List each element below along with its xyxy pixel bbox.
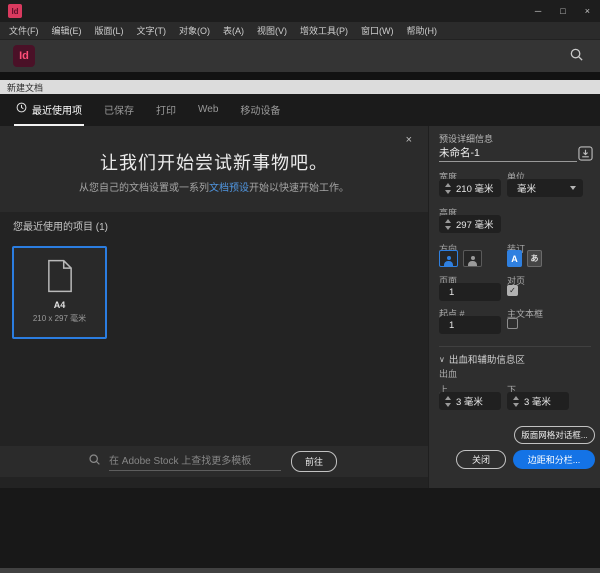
menu-layout[interactable]: 版面(L) [95, 24, 124, 37]
maximize-icon[interactable]: □ [560, 6, 565, 16]
unit-dropdown[interactable]: 毫米 [507, 179, 583, 197]
facing-pages-checkbox[interactable]: ✓ [507, 285, 518, 296]
orientation-options [439, 250, 482, 267]
bleed-label: 出血 [439, 367, 457, 380]
tab-label: 最近使用项 [32, 102, 82, 117]
promo-banner: × 让我们开始尝试新事物吧。 从您自己的文档设置或一系列文档预设开始以快速开始工… [0, 126, 428, 212]
indesign-window: Id ─ □ × 文件(F) 编辑(E) 版面(L) 文字(T) 对象(O) 表… [0, 0, 600, 573]
chevron-down-icon: ∨ [439, 355, 445, 364]
height-value: 297 毫米 [456, 217, 494, 231]
document-icon [47, 259, 73, 293]
start-page-value: 1 [439, 320, 454, 331]
binding-options: A あ [507, 250, 542, 267]
clock-icon [16, 102, 27, 116]
indesign-logo: Id [13, 45, 35, 67]
primary-text-frame-checkbox[interactable] [507, 318, 518, 329]
menu-view[interactable]: 视图(V) [257, 24, 287, 37]
bottom-edge [0, 568, 600, 573]
close-button[interactable]: 关闭 [456, 450, 506, 469]
toolbar-divider [0, 72, 600, 80]
menu-bar: 文件(F) 编辑(E) 版面(L) 文字(T) 对象(O) 表(A) 视图(V)… [0, 22, 600, 40]
start-page-input[interactable]: 1 [439, 316, 501, 334]
bleed-top-stepper[interactable]: 3 毫米 [439, 392, 501, 410]
stepper-arrows-icon[interactable] [445, 396, 451, 407]
save-preset-icon[interactable] [578, 146, 593, 161]
dialog-titlebar: 新建文档 [0, 80, 600, 94]
tab-web[interactable]: Web [196, 94, 220, 126]
tab-label: Web [198, 104, 218, 115]
layout-grid-dialog-button[interactable]: 版面网格对话框... [514, 426, 595, 444]
width-stepper[interactable]: 210 毫米 [439, 179, 501, 197]
os-titlebar: Id ─ □ × [0, 0, 600, 22]
document-name-input[interactable]: 未命名-1 [439, 145, 577, 162]
dialog-content: × 让我们开始尝试新事物吧。 从您自己的文档设置或一系列文档预设开始以快速开始工… [0, 126, 428, 488]
banner-title: 让我们开始尝试新事物吧。 [0, 149, 428, 175]
preset-details-heading: 预设详细信息 [439, 132, 493, 145]
banner-subtitle-text: 开始以快速开始工作。 [249, 183, 349, 194]
close-icon[interactable]: × [585, 6, 590, 16]
search-icon [88, 453, 101, 471]
binding-right-to-left-icon[interactable]: あ [527, 250, 542, 267]
tab-print[interactable]: 打印 [154, 94, 178, 126]
binding-left-to-right-icon[interactable]: A [507, 250, 522, 267]
banner-close-icon[interactable]: × [406, 134, 412, 146]
document-presets-link[interactable]: 文档预设 [209, 183, 249, 194]
preset-details-panel: 预设详细信息 未命名-1 宽度 单位 210 毫米 毫米 高度 297 毫米 方… [428, 126, 600, 488]
tab-label: 已保存 [104, 102, 134, 117]
card-dimensions: 210 x 297 毫米 [33, 313, 86, 324]
margins-columns-button[interactable]: 边距和分栏... [513, 450, 595, 469]
pages-value: 1 [439, 287, 454, 298]
tab-recent[interactable]: 最近使用项 [14, 94, 84, 126]
bleed-slug-heading: 出血和辅助信息区 [449, 352, 525, 366]
app-background [0, 488, 600, 568]
menu-window[interactable]: 窗口(W) [361, 24, 394, 37]
go-button[interactable]: 前往 [291, 451, 337, 472]
tab-mobile[interactable]: 移动设备 [238, 94, 282, 126]
width-value: 210 毫米 [456, 181, 494, 195]
card-name: A4 [54, 300, 66, 310]
stock-search-input[interactable]: 在 Adobe Stock 上查找更多模板 [109, 452, 281, 471]
bleed-bottom-stepper[interactable]: 3 毫米 [507, 392, 569, 410]
banner-subtitle: 从您自己的文档设置或一系列文档预设开始以快速开始工作。 [0, 179, 428, 194]
stepper-arrows-icon[interactable] [445, 183, 451, 194]
menu-help[interactable]: 帮助(H) [407, 24, 438, 37]
unit-value: 毫米 [507, 181, 536, 195]
menu-plugins[interactable]: 增效工具(P) [300, 24, 348, 37]
portrait-orientation-icon[interactable] [439, 250, 458, 267]
bleed-slug-section-header[interactable]: ∨ 出血和辅助信息区 [439, 352, 525, 366]
chevron-down-icon [570, 186, 576, 190]
height-stepper[interactable]: 297 毫米 [439, 215, 501, 233]
tab-saved[interactable]: 已保存 [102, 94, 136, 126]
stock-search-bar: 在 Adobe Stock 上查找更多模板 前往 [0, 446, 428, 477]
app-toolbar: Id [0, 40, 600, 72]
recent-document-card-a4[interactable]: A4 210 x 297 毫米 [12, 246, 107, 339]
panel-divider [439, 346, 591, 347]
document-tabs: 最近使用项 已保存 打印 Web 移动设备 [0, 94, 600, 126]
bleed-bottom-value: 3 毫米 [524, 394, 551, 408]
check-icon: ✓ [509, 286, 516, 295]
menu-file[interactable]: 文件(F) [9, 24, 39, 37]
stepper-arrows-icon[interactable] [513, 396, 519, 407]
recent-items-heading: 您最近使用的项目 (1) [13, 218, 108, 233]
bleed-top-value: 3 毫米 [456, 394, 483, 408]
pages-input[interactable]: 1 [439, 283, 501, 301]
tab-label: 打印 [156, 102, 176, 117]
menu-table[interactable]: 表(A) [223, 24, 244, 37]
menu-object[interactable]: 对象(O) [179, 24, 210, 37]
toolbar-search-button[interactable] [568, 49, 584, 65]
window-controls: ─ □ × [535, 0, 590, 22]
minimize-icon[interactable]: ─ [535, 6, 541, 16]
menu-edit[interactable]: 编辑(E) [52, 24, 82, 37]
stepper-arrows-icon[interactable] [445, 219, 451, 230]
tab-label: 移动设备 [240, 102, 280, 117]
dialog-title: 新建文档 [7, 81, 43, 94]
menu-type[interactable]: 文字(T) [137, 24, 167, 37]
banner-subtitle-text: 从您自己的文档设置或一系列 [79, 183, 209, 194]
search-icon [569, 47, 584, 67]
indesign-app-icon: Id [8, 4, 22, 18]
landscape-orientation-icon[interactable] [463, 250, 482, 267]
